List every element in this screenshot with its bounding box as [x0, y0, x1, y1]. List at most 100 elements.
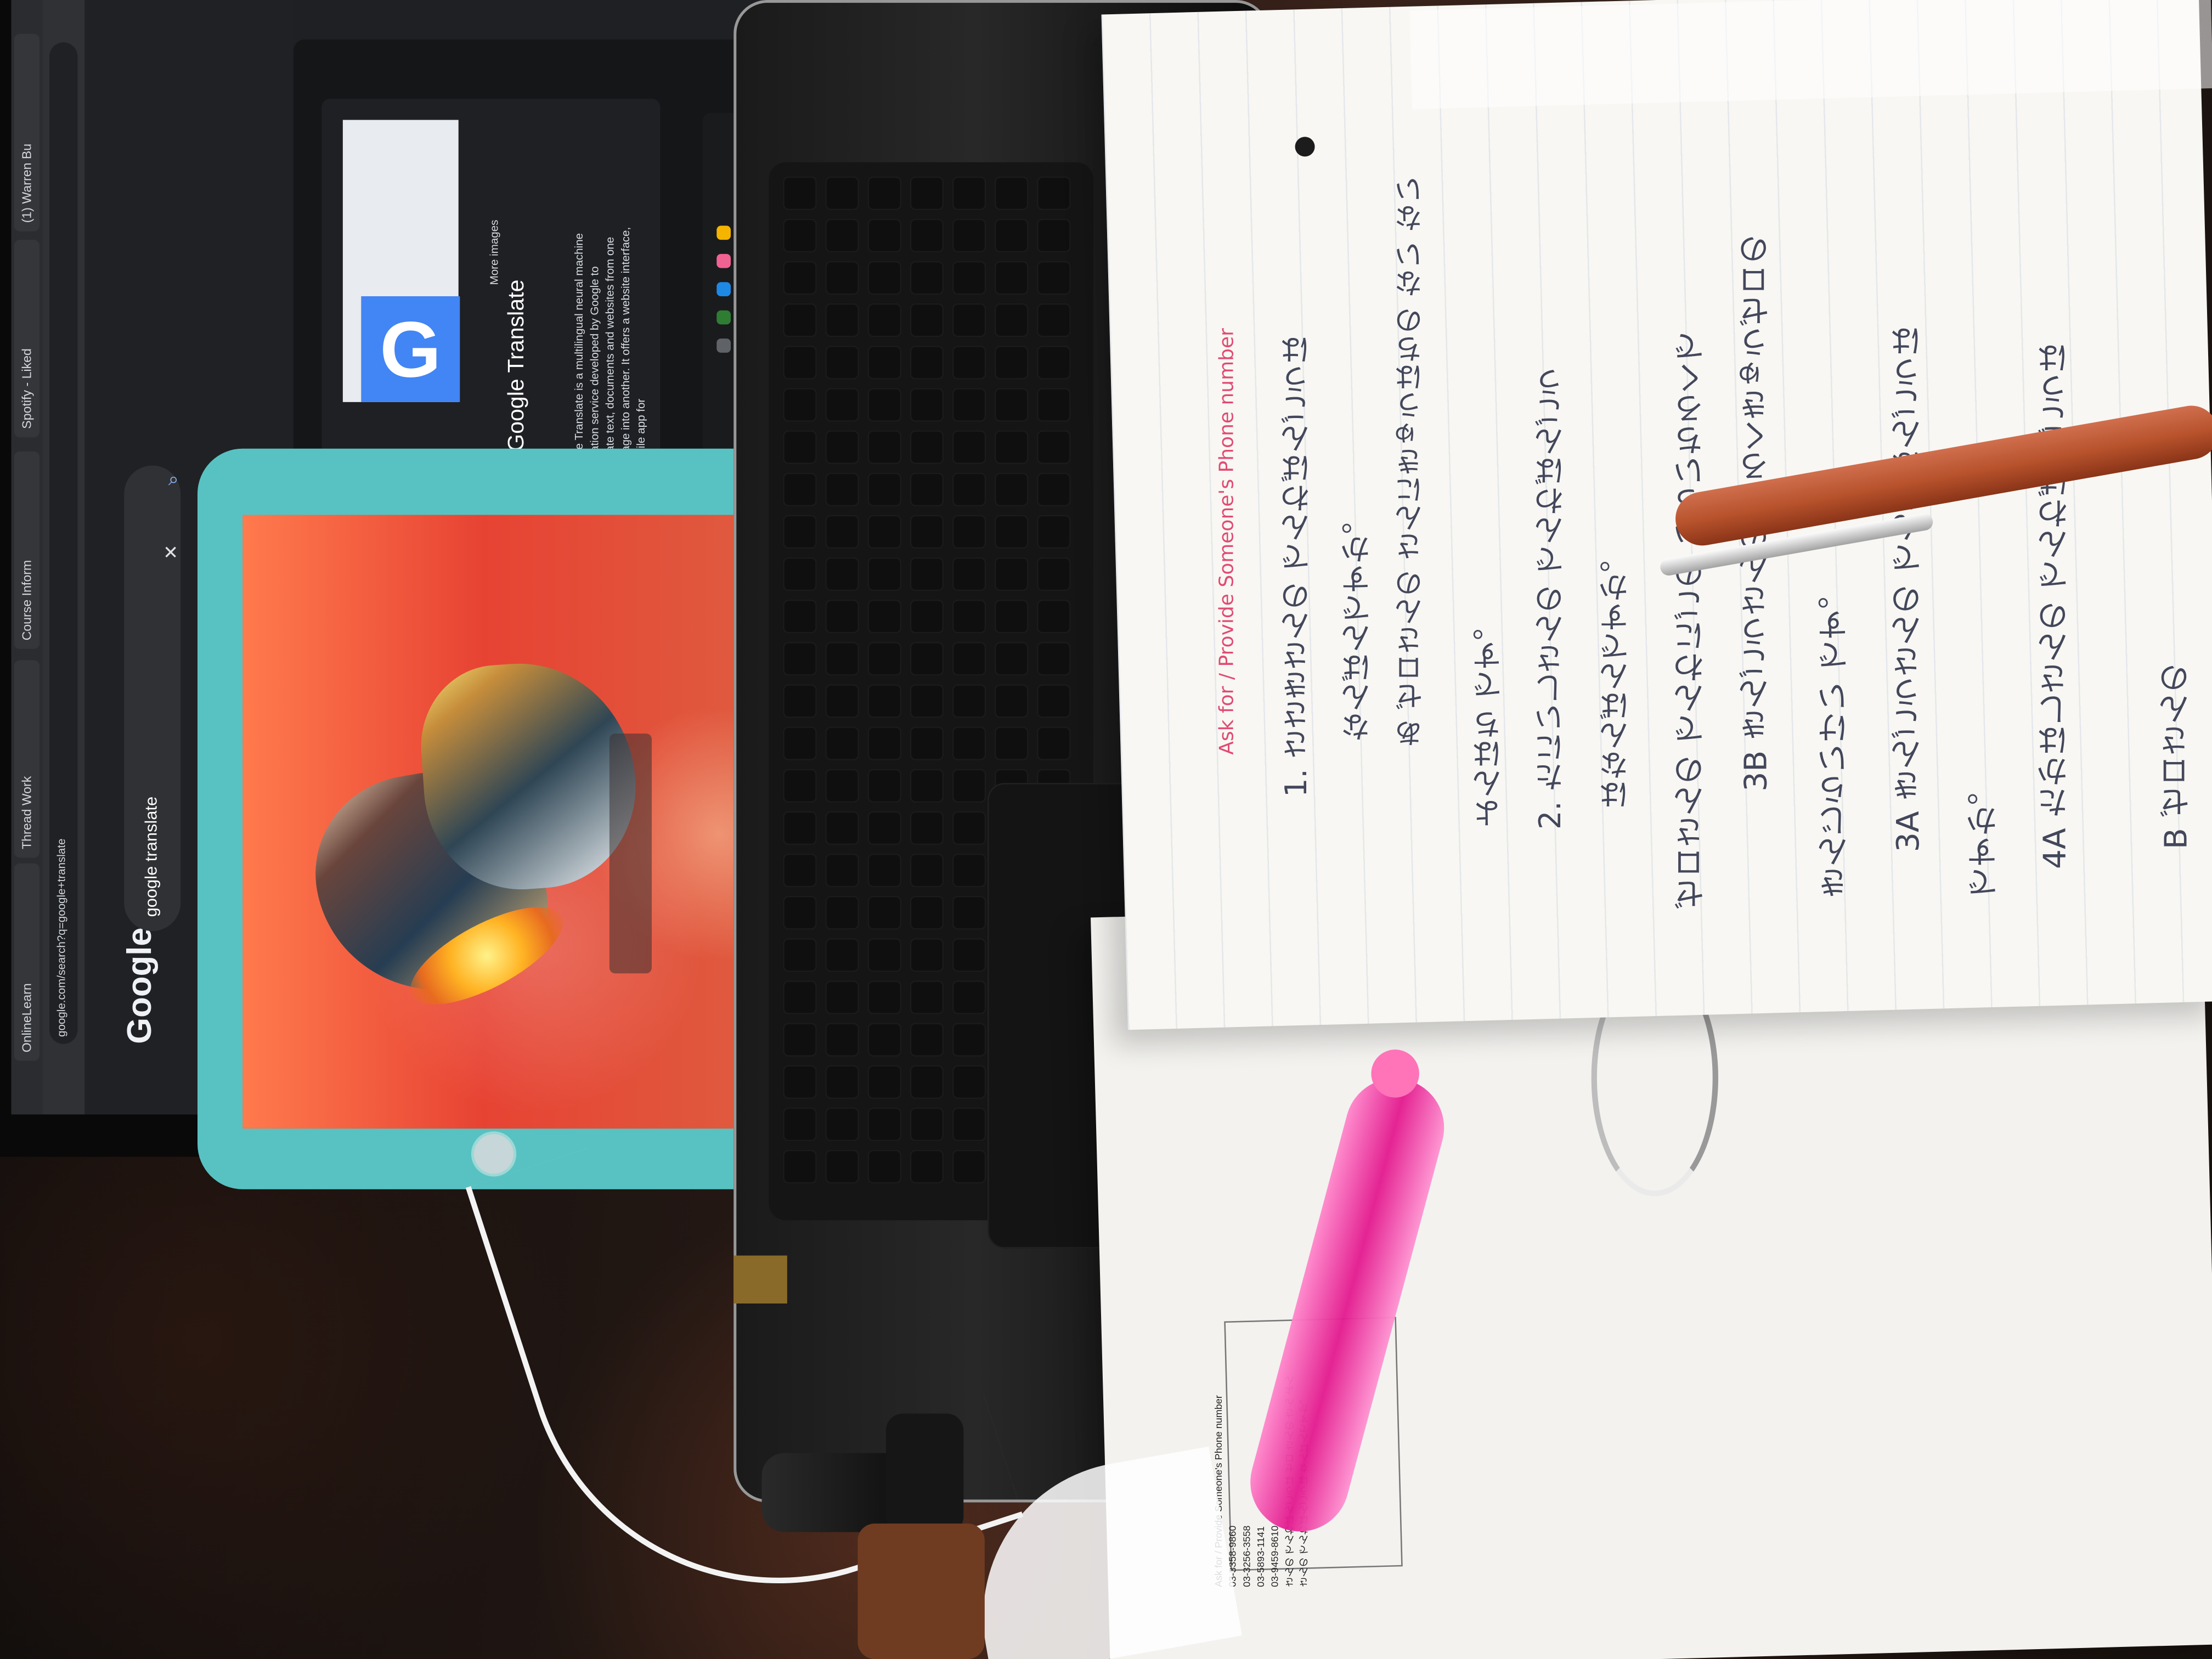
keyboard-key[interactable]	[910, 811, 944, 845]
keyboard-key[interactable]	[952, 811, 986, 845]
keyboard-key[interactable]	[910, 1023, 944, 1057]
more-images-link[interactable]: More images	[488, 158, 508, 285]
keyboard-key[interactable]	[867, 557, 902, 591]
keyboard-key[interactable]	[952, 472, 986, 507]
keyboard-key[interactable]	[910, 769, 944, 803]
keyboard-key[interactable]	[825, 346, 859, 380]
keyboard-key[interactable]	[867, 599, 902, 634]
keyboard-key[interactable]	[910, 895, 944, 930]
keyboard-key[interactable]	[825, 938, 859, 972]
keyboard-key[interactable]	[825, 684, 859, 718]
keyboard-key[interactable]	[867, 726, 902, 760]
keyboard-key[interactable]	[952, 218, 986, 253]
keyboard-key[interactable]	[910, 472, 944, 507]
keyboard-key[interactable]	[952, 261, 986, 295]
keyboard-key[interactable]	[910, 726, 944, 760]
keyboard-key[interactable]	[910, 1149, 944, 1184]
taskbar-icon-green[interactable]	[716, 310, 731, 325]
browser-tab-1[interactable]: Thread Work	[14, 660, 40, 858]
keyboard-key[interactable]	[910, 303, 944, 337]
keyboard-key[interactable]	[952, 726, 986, 760]
keyboard-key[interactable]	[910, 684, 944, 718]
keyboard-key[interactable]	[952, 769, 986, 803]
keyboard-key[interactable]	[825, 895, 859, 930]
keyboard-key[interactable]	[952, 684, 986, 718]
keyboard-key[interactable]	[825, 218, 859, 253]
keyboard-key[interactable]	[783, 895, 817, 930]
keyboard-key[interactable]	[994, 515, 1029, 549]
taskbar-icon-gray[interactable]	[716, 338, 731, 353]
keyboard-key[interactable]	[952, 938, 986, 972]
keyboard-key[interactable]	[1037, 176, 1071, 211]
keyboard-key[interactable]	[952, 515, 986, 549]
keyboard-key[interactable]	[783, 1023, 817, 1057]
keyboard-key[interactable]	[952, 557, 986, 591]
keyboard-key[interactable]	[910, 515, 944, 549]
home-button[interactable]	[471, 1131, 517, 1177]
keyboard-key[interactable]	[910, 261, 944, 295]
keyboard-key[interactable]	[867, 938, 902, 972]
keyboard-key[interactable]	[825, 1023, 859, 1057]
keyboard-key[interactable]	[825, 769, 859, 803]
keyboard-key[interactable]	[783, 726, 817, 760]
keyboard-key[interactable]	[867, 218, 902, 253]
taskbar-icon-yellow[interactable]	[716, 225, 731, 240]
keyboard-key[interactable]	[783, 769, 817, 803]
keyboard-key[interactable]	[825, 557, 859, 591]
keyboard-key[interactable]	[783, 557, 817, 591]
keyboard-key[interactable]	[867, 303, 902, 337]
keyboard-key[interactable]	[825, 726, 859, 760]
keyboard-key[interactable]	[952, 895, 986, 930]
keyboard-key[interactable]	[994, 599, 1029, 634]
keyboard-key[interactable]	[910, 1065, 944, 1099]
keyboard-key[interactable]	[867, 811, 902, 845]
taskbar-icon-blue[interactable]	[716, 282, 731, 296]
keyboard-key[interactable]	[994, 261, 1029, 295]
keyboard-key[interactable]	[783, 642, 817, 676]
keyboard-key[interactable]	[825, 176, 859, 211]
keyboard-key[interactable]	[952, 599, 986, 634]
keyboard-key[interactable]	[825, 811, 859, 845]
keyboard-key[interactable]	[910, 980, 944, 1014]
keyboard-key[interactable]	[825, 515, 859, 549]
keyboard-key[interactable]	[783, 176, 817, 211]
keyboard-key[interactable]	[952, 430, 986, 464]
keyboard-key[interactable]	[910, 218, 944, 253]
keyboard-key[interactable]	[783, 430, 817, 464]
keyboard-key[interactable]	[952, 346, 986, 380]
keyboard-key[interactable]	[1037, 430, 1071, 464]
browser-tab-0[interactable]: OnlineLearn	[14, 863, 40, 1061]
keyboard-key[interactable]	[783, 938, 817, 972]
keyboard-key[interactable]	[994, 726, 1029, 760]
keyboard-key[interactable]	[910, 346, 944, 380]
keyboard-key[interactable]	[910, 176, 944, 211]
keyboard-key[interactable]	[994, 557, 1029, 591]
keyboard-key[interactable]	[952, 1023, 986, 1057]
keyboard-key[interactable]	[825, 261, 859, 295]
search-icon[interactable]: ⌕	[163, 471, 183, 491]
keyboard-key[interactable]	[1037, 557, 1071, 591]
keyboard-key[interactable]	[825, 853, 859, 888]
keyboard-key[interactable]	[910, 642, 944, 676]
keyboard-key[interactable]	[952, 853, 986, 888]
keyboard-key[interactable]	[994, 642, 1029, 676]
keyboard-key[interactable]	[825, 642, 859, 676]
keyboard-key[interactable]	[783, 515, 817, 549]
keyboard-key[interactable]	[952, 1065, 986, 1099]
keyboard-key[interactable]	[994, 346, 1029, 380]
keyboard-key[interactable]	[867, 261, 902, 295]
browser-tab-3[interactable]: Spotify - Liked	[14, 240, 40, 438]
keyboard-key[interactable]	[783, 303, 817, 337]
keyboard-key[interactable]	[825, 388, 859, 422]
keyboard-key[interactable]	[825, 430, 859, 464]
keyboard-key[interactable]	[910, 938, 944, 972]
keyboard-key[interactable]	[867, 895, 902, 930]
keyboard-key[interactable]	[1037, 388, 1071, 422]
browser-tab-4[interactable]: (1) Warren Bu	[14, 33, 40, 232]
keyboard-key[interactable]	[867, 176, 902, 211]
keyboard-key[interactable]	[783, 684, 817, 718]
keyboard-key[interactable]	[783, 218, 817, 253]
keyboard-key[interactable]	[910, 599, 944, 634]
keyboard-key[interactable]	[1037, 515, 1071, 549]
keyboard-key[interactable]	[783, 261, 817, 295]
